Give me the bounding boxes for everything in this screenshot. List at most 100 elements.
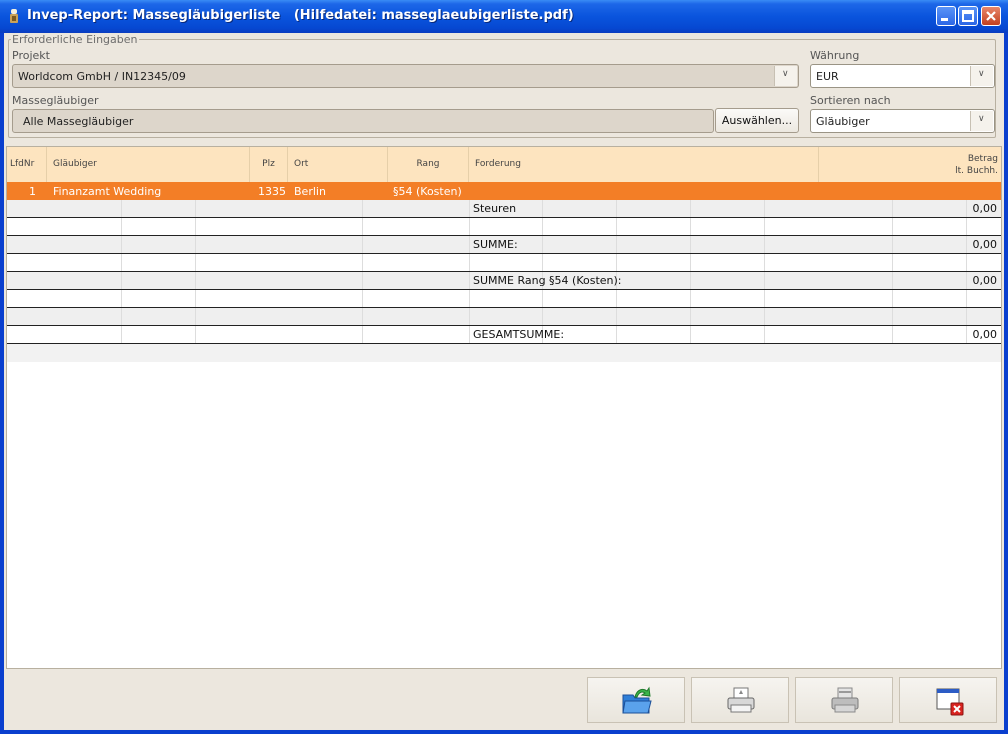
column-separator	[892, 290, 893, 307]
window-title: Invep-Report: Massegläubigerliste (Hilfe…	[27, 8, 574, 23]
column-separator	[966, 308, 967, 325]
cell-rang: §54 (Kosten)	[393, 185, 462, 198]
table-row[interactable]: GESAMTSUMME: 0,00	[7, 326, 1001, 344]
column-separator	[542, 218, 543, 235]
column-separator	[121, 254, 122, 271]
column-separator	[966, 326, 967, 343]
column-separator	[362, 272, 363, 289]
minimize-button[interactable]	[936, 6, 956, 26]
column-separator	[764, 254, 765, 271]
column-separator	[542, 254, 543, 271]
row-amount: 0,00	[972, 202, 998, 215]
export-button[interactable]	[587, 677, 685, 723]
column-separator	[121, 326, 122, 343]
table-row[interactable]	[7, 254, 1001, 272]
column-separator	[966, 272, 967, 289]
glaeubiger-field: Alle Massegläubiger	[12, 109, 714, 133]
column-separator	[469, 254, 470, 271]
glaeubiger-label: Massegläubiger	[12, 94, 99, 107]
column-separator	[616, 200, 617, 217]
close-window-button[interactable]	[899, 677, 997, 723]
group-legend: Erforderliche Eingaben	[12, 33, 138, 46]
column-separator	[690, 272, 691, 289]
column-separator	[690, 218, 691, 235]
column-separator	[362, 200, 363, 217]
close-button[interactable]	[981, 6, 1001, 26]
col-forderung[interactable]: Forderung	[469, 147, 819, 182]
column-separator	[966, 254, 967, 271]
column-separator	[542, 290, 543, 307]
column-separator	[690, 290, 691, 307]
column-separator	[764, 200, 765, 217]
table-row[interactable]: Steuren 0,00	[7, 200, 1001, 218]
table-row-selected[interactable]: 1 Finanzamt Wedding 1335 Berlin §54 (Kos…	[7, 182, 1001, 200]
print-icon	[727, 687, 755, 713]
cell-ort: Berlin	[294, 185, 326, 198]
table-row[interactable]	[7, 290, 1001, 308]
column-separator	[966, 218, 967, 235]
waehrung-select[interactable]: EUR ∨	[810, 64, 995, 88]
column-separator	[362, 236, 363, 253]
sortieren-dropdown-button[interactable]: ∨	[970, 111, 993, 131]
column-separator	[892, 308, 893, 325]
column-separator	[195, 218, 196, 235]
table-row[interactable]	[7, 218, 1001, 236]
column-separator	[690, 236, 691, 253]
column-separator	[616, 326, 617, 343]
maximize-button[interactable]	[958, 6, 978, 26]
auswaehlen-button[interactable]: Auswählen...	[715, 108, 799, 133]
column-separator	[195, 272, 196, 289]
cell-plz: 1335	[258, 185, 286, 198]
column-separator	[616, 254, 617, 271]
column-separator	[362, 326, 363, 343]
report-table[interactable]: LfdNr Gläubiger Plz Ort Rang Forderung B…	[6, 146, 1002, 669]
table-row[interactable]	[7, 308, 1001, 326]
dropdown-arrow-icon: ∨	[978, 114, 985, 124]
column-separator	[469, 308, 470, 325]
title-bar[interactable]: Invep-Report: Massegläubigerliste (Hilfe…	[0, 0, 1008, 33]
close-window-icon	[936, 688, 964, 716]
row-label: SUMME Rang §54 (Kosten):	[473, 274, 622, 287]
col-glaeubiger[interactable]: Gläubiger	[47, 147, 250, 182]
sortieren-select[interactable]: Gläubiger ∨	[810, 109, 995, 133]
export-icon	[622, 686, 652, 714]
sortieren-label: Sortieren nach	[810, 94, 891, 107]
cell-glaeubiger: Finanzamt Wedding	[53, 185, 162, 198]
col-betrag-line2: lt. Buchh.	[955, 166, 998, 176]
app-window: Invep-Report: Massegläubigerliste (Hilfe…	[0, 0, 1008, 734]
projekt-dropdown-button[interactable]: ∨	[774, 66, 797, 86]
column-separator	[892, 254, 893, 271]
column-separator	[195, 308, 196, 325]
table-row[interactable]: SUMME Rang §54 (Kosten): 0,00	[7, 272, 1001, 290]
column-separator	[616, 218, 617, 235]
minimize-icon	[941, 18, 948, 21]
projekt-select[interactable]: Worldcom GmbH / IN12345/09 ∨	[12, 64, 799, 88]
col-rang[interactable]: Rang	[388, 147, 469, 182]
print-button[interactable]	[691, 677, 789, 723]
column-separator	[469, 218, 470, 235]
column-separator	[121, 290, 122, 307]
column-separator	[542, 236, 543, 253]
column-separator	[616, 290, 617, 307]
column-separator	[616, 308, 617, 325]
column-separator	[121, 218, 122, 235]
print-preview-icon	[831, 687, 859, 713]
column-separator	[195, 254, 196, 271]
column-separator	[542, 200, 543, 217]
col-ort[interactable]: Ort	[288, 147, 388, 182]
table-end-band	[7, 344, 1001, 362]
projekt-label: Projekt	[12, 49, 50, 62]
col-lfdnr[interactable]: LfdNr	[7, 147, 47, 182]
column-separator	[892, 272, 893, 289]
projekt-value: Worldcom GmbH / IN12345/09	[18, 70, 186, 83]
print-preview-button[interactable]	[795, 677, 893, 723]
row-amount: 0,00	[972, 328, 998, 341]
column-separator	[892, 236, 893, 253]
column-separator	[469, 272, 470, 289]
column-separator	[469, 326, 470, 343]
column-separator	[764, 218, 765, 235]
table-row[interactable]: SUMME: 0,00	[7, 236, 1001, 254]
col-betrag[interactable]: Betrag lt. Buchh.	[819, 147, 1001, 182]
waehrung-dropdown-button[interactable]: ∨	[970, 66, 993, 86]
col-plz[interactable]: Plz	[250, 147, 288, 182]
